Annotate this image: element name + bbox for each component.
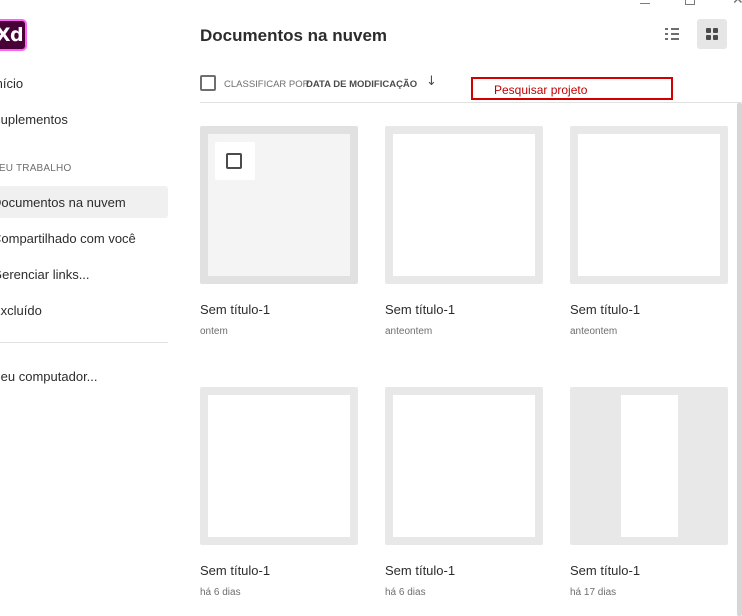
document-date: há 17 dias: [570, 587, 617, 598]
sidebar-item-cloud-documents[interactable]: Documentos na nuvem: [0, 195, 126, 210]
sidebar-item-home[interactable]: Início: [0, 76, 23, 91]
sidebar-section-label: SEU TRABALHO: [0, 163, 72, 174]
xd-logo: Xd: [0, 19, 27, 51]
select-all-checkbox[interactable]: [200, 75, 216, 91]
document-title[interactable]: Sem título-1: [385, 302, 455, 317]
scrollbar[interactable]: [737, 103, 742, 616]
document-thumbnail[interactable]: [385, 126, 543, 284]
document-date: anteontem: [570, 326, 618, 337]
logo-text: Xd: [0, 24, 24, 46]
page-title: Documentos na nuvem: [200, 26, 388, 45]
document-date: anteontem: [385, 326, 433, 337]
sort-dropdown[interactable]: DATA DE MODIFICAÇÃO: [306, 79, 417, 90]
search-input[interactable]: [471, 77, 673, 100]
sidebar-divider: [0, 342, 168, 343]
document-title[interactable]: Sem título-1: [385, 563, 455, 578]
arrow-down-icon[interactable]: ↓: [426, 74, 437, 89]
document-date: há 6 dias: [385, 587, 426, 598]
document-title[interactable]: Sem título-1: [200, 302, 270, 317]
sidebar-item-plugins[interactable]: Suplementos: [0, 112, 68, 127]
header-divider: [200, 102, 742, 103]
document-thumbnail[interactable]: [570, 126, 728, 284]
maximize-button[interactable]: [685, 0, 695, 5]
sort-label: CLASSIFICAR POR: [224, 79, 310, 90]
document-date: ontem: [200, 326, 228, 337]
sidebar-item-deleted[interactable]: Excluído: [0, 303, 42, 318]
document-checkbox[interactable]: [215, 142, 255, 180]
sidebar-item-your-computer[interactable]: Seu computador...: [0, 369, 98, 384]
list-view-icon[interactable]: [660, 22, 684, 46]
document-thumbnail[interactable]: [570, 387, 728, 545]
close-button[interactable]: ✕: [732, 0, 742, 8]
document-title[interactable]: Sem título-1: [200, 563, 270, 578]
document-thumbnail[interactable]: [200, 126, 358, 284]
document-title[interactable]: Sem título-1: [570, 302, 640, 317]
sidebar-item-shared-with-you[interactable]: Compartilhado com você: [0, 231, 136, 246]
grid-view-icon[interactable]: [697, 19, 727, 49]
document-date: há 6 dias: [200, 587, 241, 598]
document-thumbnail[interactable]: [200, 387, 358, 545]
minimize-button[interactable]: [640, 3, 650, 4]
document-thumbnail[interactable]: [385, 387, 543, 545]
sidebar-item-manage-links[interactable]: Gerenciar links...: [0, 267, 90, 282]
document-title[interactable]: Sem título-1: [570, 563, 640, 578]
